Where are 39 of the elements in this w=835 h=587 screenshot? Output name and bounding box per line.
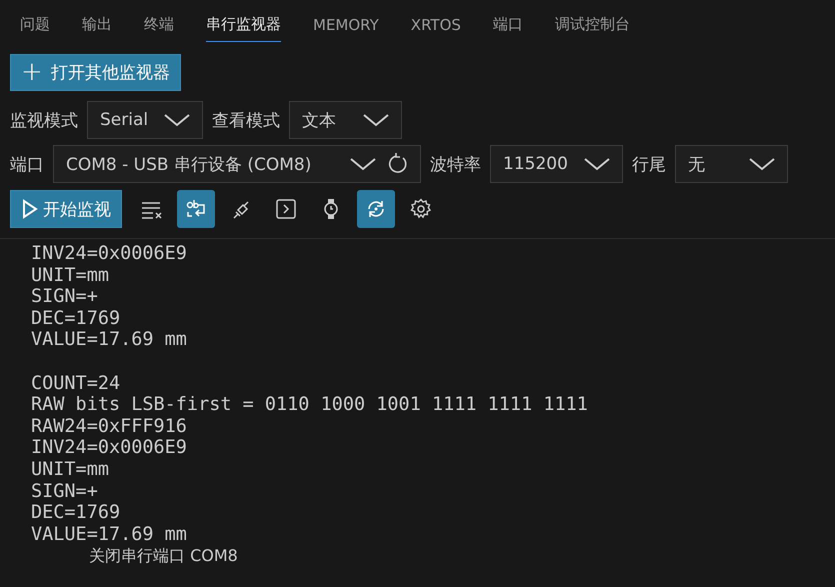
panel-tab[interactable]: MEMORY xyxy=(313,10,379,42)
log-line: VALUE=17.69 mm xyxy=(31,329,187,351)
refresh-toggle[interactable] xyxy=(357,190,395,228)
log-status-line: 关闭串行端口 COM8 xyxy=(88,545,238,567)
line-ending-dropdown[interactable]: 无 xyxy=(675,145,788,183)
log-line: RAW bits LSB-first = 0110 1000 1001 1111 1111 1111 xyxy=(31,394,588,416)
log-line: RAW24=0xFFF916 xyxy=(31,416,187,438)
port-label: 端口 xyxy=(10,154,44,176)
log-line: SIGN=+ xyxy=(31,286,98,308)
log-line: UNIT=mm xyxy=(31,264,109,286)
log-line: SIGN=+ xyxy=(31,480,98,502)
log-line: COUNT=24 xyxy=(31,372,120,394)
line-ending-label: 行尾 xyxy=(632,154,666,176)
log-line: INV24=0x0006E9 xyxy=(31,437,187,459)
start-monitor-button[interactable]: 开始监视 xyxy=(10,190,122,228)
terminal-icon xyxy=(274,197,298,221)
panel-tab[interactable]: 终端 xyxy=(144,10,174,42)
log-line: DEC=1769 xyxy=(31,502,120,524)
monitor-mode-label: 监视模式 xyxy=(10,110,78,132)
log-line: VALUE=17.69 mm xyxy=(31,524,187,546)
log-line: INV24=0x0006E9 xyxy=(31,243,187,265)
baud-rate-dropdown[interactable]: 115200 xyxy=(490,145,623,183)
panel-tab[interactable]: 输出 xyxy=(82,10,112,42)
view-mode-label: 查看模式 xyxy=(212,110,280,132)
open-monitor-button[interactable]: + 打开其他监视器 xyxy=(10,54,181,90)
monitor-mode-dropdown[interactable]: Serial xyxy=(87,101,203,139)
panel-tab[interactable]: 调试控制台 xyxy=(554,10,630,42)
panel-tab[interactable]: 端口 xyxy=(492,10,523,42)
play-icon xyxy=(21,199,39,219)
baud-rate-label: 波特率 xyxy=(430,154,481,176)
log-line: DEC=1769 xyxy=(31,308,120,330)
settings-icon xyxy=(409,197,433,221)
port-dropdown[interactable]: COM8 - USB 串行设备 (COM8) xyxy=(53,145,421,183)
log-line: UNIT=mm xyxy=(31,458,109,481)
panel-tab[interactable]: 问题 xyxy=(20,10,50,42)
view-mode-dropdown[interactable]: 文本 xyxy=(289,101,402,139)
text-swap-toggle[interactable] xyxy=(177,190,215,228)
panel-tab[interactable]: XRTOS xyxy=(410,10,461,42)
panel-tab[interactable]: 串行监视器 xyxy=(206,10,281,42)
